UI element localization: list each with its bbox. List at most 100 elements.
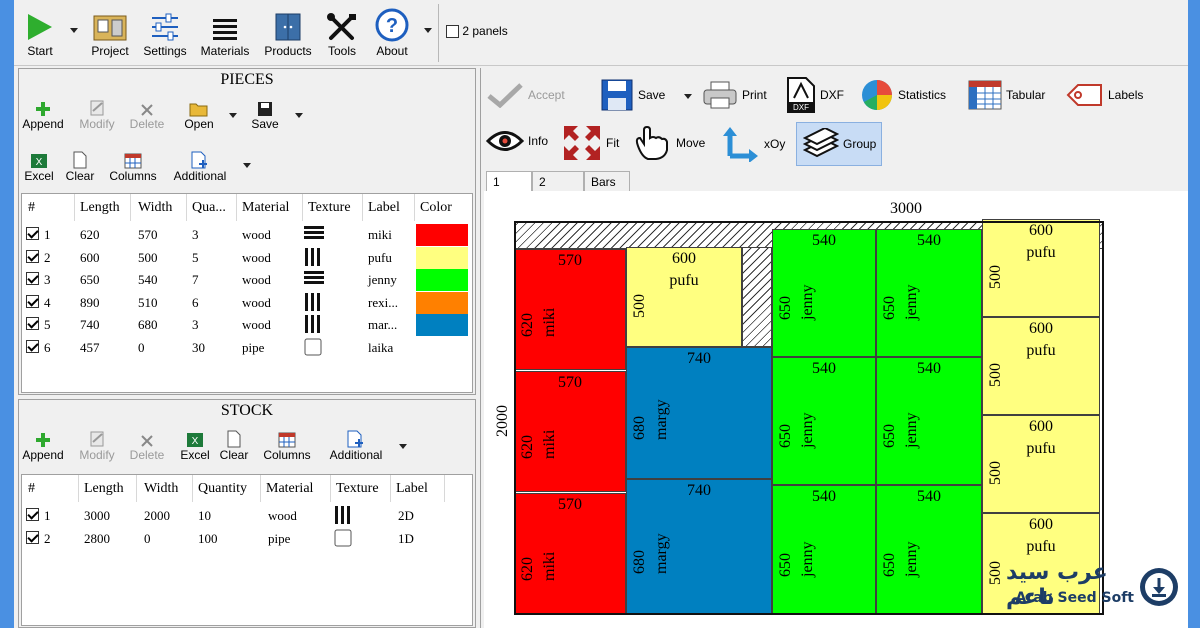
row-checkbox[interactable] bbox=[26, 249, 39, 263]
info-button[interactable]: Info bbox=[486, 128, 548, 154]
fit-button[interactable]: Fit bbox=[562, 124, 619, 162]
pieces-additional-button[interactable]: Additional bbox=[169, 147, 231, 183]
placed-piece[interactable]: 600 pufu 500 bbox=[982, 219, 1100, 317]
placed-piece[interactable]: 600 pufu 500 bbox=[626, 247, 742, 347]
start-button[interactable]: Start bbox=[20, 4, 60, 58]
main-toolbar: Start Project Settings Materials Product… bbox=[14, 0, 1188, 66]
tabular-button[interactable]: Tabular bbox=[968, 80, 1045, 110]
stock-additional-button[interactable]: Additional bbox=[325, 426, 387, 462]
project-button[interactable]: Project bbox=[88, 4, 132, 58]
xoy-button[interactable]: xOy bbox=[720, 126, 785, 162]
tab-2[interactable]: 2 bbox=[532, 171, 584, 191]
additional-dropdown-icon[interactable] bbox=[243, 163, 251, 168]
table-row[interactable]: 2 600 500 5 wood pufu bbox=[22, 246, 472, 269]
placed-piece[interactable]: 740 680 margy bbox=[626, 479, 772, 615]
materials-button[interactable]: Materials bbox=[198, 4, 252, 58]
table-row[interactable]: 1 620 570 3 wood miki bbox=[22, 224, 472, 246]
settings-button[interactable]: Settings bbox=[140, 4, 190, 58]
placed-piece[interactable]: 570 620 miki bbox=[514, 249, 626, 370]
pieces-excel-button[interactable]: X Excel bbox=[21, 147, 57, 183]
placed-piece[interactable]: 540 650 jenny bbox=[876, 357, 982, 485]
row-color-swatch[interactable] bbox=[416, 314, 468, 336]
row-checkbox[interactable] bbox=[26, 339, 39, 353]
start-dropdown-icon[interactable] bbox=[70, 28, 78, 33]
row-color-swatch[interactable] bbox=[416, 224, 468, 246]
add-page-icon bbox=[169, 147, 231, 169]
stock-append-button[interactable]: Append bbox=[21, 426, 65, 462]
row-color-swatch[interactable] bbox=[416, 269, 468, 291]
pieces-append-button[interactable]: Append bbox=[21, 95, 65, 131]
piece-label: pufu bbox=[1026, 342, 1056, 359]
row-length: 620 bbox=[80, 227, 100, 242]
pieces-columns-button[interactable]: Columns bbox=[105, 147, 161, 183]
accept-button[interactable]: Accept bbox=[486, 82, 565, 108]
products-button[interactable]: Products bbox=[260, 4, 316, 58]
placed-piece[interactable]: 570 620 miki bbox=[514, 371, 626, 492]
download-logo-icon bbox=[1140, 568, 1178, 606]
two-panels-toggle[interactable]: 2 panels bbox=[446, 24, 508, 39]
placed-piece[interactable]: 740 680 margy bbox=[626, 347, 772, 479]
row-checkbox[interactable] bbox=[26, 227, 39, 240]
piece-height: 620 bbox=[519, 557, 536, 581]
stock-additional-dropdown-icon[interactable] bbox=[399, 444, 407, 449]
placed-piece[interactable]: 540 650 jenny bbox=[876, 485, 982, 615]
table-row[interactable]: 2 2800 0 100 pipe 1D bbox=[22, 528, 472, 550]
tab-bars[interactable]: Bars bbox=[584, 171, 630, 191]
pieces-save-button[interactable]: Save bbox=[245, 95, 285, 131]
save-dropdown-icon[interactable] bbox=[295, 113, 303, 118]
placed-piece[interactable]: 540 650 jenny bbox=[772, 229, 876, 357]
placed-piece[interactable]: 600 pufu 500 bbox=[982, 415, 1100, 513]
stock-columns-button[interactable]: Columns bbox=[259, 426, 315, 462]
stock-clear-button[interactable]: Clear bbox=[217, 426, 251, 462]
print-button[interactable]: Print bbox=[702, 80, 767, 110]
labels-button[interactable]: Labels bbox=[1066, 80, 1143, 110]
pieces-open-button[interactable]: Open bbox=[179, 95, 219, 131]
placed-piece[interactable]: 600 pufu 500 bbox=[982, 317, 1100, 415]
open-dropdown-icon[interactable] bbox=[229, 113, 237, 118]
piece-width: 540 bbox=[917, 232, 941, 249]
statistics-button[interactable]: Statistics bbox=[860, 78, 946, 112]
result-save-button[interactable]: Save bbox=[600, 78, 665, 112]
two-panels-checkbox[interactable] bbox=[446, 25, 459, 39]
row-color-swatch[interactable] bbox=[416, 246, 468, 269]
table-row[interactable]: 6 457 0 30 pipe laika bbox=[22, 337, 472, 359]
row-checkbox[interactable] bbox=[26, 294, 39, 308]
placed-piece[interactable]: 570 620 miki bbox=[514, 493, 626, 615]
move-button[interactable]: Move bbox=[632, 126, 705, 160]
about-button[interactable]: ? About bbox=[372, 4, 412, 58]
table-row[interactable]: 3 650 540 7 wood jenny bbox=[22, 269, 472, 291]
row-color-swatch[interactable] bbox=[416, 291, 468, 314]
tools-button[interactable]: Tools bbox=[322, 4, 362, 58]
pieces-modify-button[interactable]: Modify bbox=[75, 95, 119, 131]
placed-piece[interactable]: 540 650 jenny bbox=[876, 229, 982, 357]
cabinet-icon bbox=[260, 4, 316, 42]
row-label: laika bbox=[368, 339, 394, 355]
stock-excel-button[interactable]: X Excel bbox=[175, 426, 215, 462]
pieces-delete-button[interactable]: Delete bbox=[125, 95, 169, 131]
tab-1[interactable]: 1 bbox=[486, 171, 532, 191]
blank-page-icon bbox=[217, 426, 251, 448]
row-checkbox[interactable] bbox=[26, 508, 39, 521]
row-number: 1 bbox=[44, 227, 51, 242]
group-button[interactable]: Group bbox=[796, 122, 882, 166]
row-material: wood bbox=[242, 294, 271, 310]
piece-width: 540 bbox=[812, 232, 836, 249]
row-checkbox[interactable] bbox=[26, 272, 39, 285]
stock-modify-button[interactable]: Modify bbox=[75, 426, 119, 462]
table-row[interactable]: 1 3000 2000 10 wood 2D bbox=[22, 505, 472, 527]
row-checkbox[interactable] bbox=[26, 531, 39, 544]
row-checkbox[interactable] bbox=[26, 317, 39, 330]
stock-delete-button[interactable]: Delete bbox=[125, 426, 169, 462]
about-dropdown-icon[interactable] bbox=[424, 28, 432, 33]
table-row[interactable]: 4 890 510 6 wood rexi... bbox=[22, 291, 472, 314]
piece-width: 540 bbox=[812, 360, 836, 377]
pieces-clear-button[interactable]: Clear bbox=[63, 147, 97, 183]
placed-piece[interactable]: 540 650 jenny bbox=[772, 357, 876, 485]
row-number: 2 bbox=[44, 249, 51, 265]
dxf-button[interactable]: DXF DXF bbox=[786, 76, 844, 114]
table-row[interactable]: 5 740 680 3 wood mar... bbox=[22, 314, 472, 336]
piece-height: 650 bbox=[777, 553, 794, 577]
piece-label: miki bbox=[541, 307, 558, 337]
placed-piece[interactable]: 540 650 jenny bbox=[772, 485, 876, 615]
result-save-dropdown-icon[interactable] bbox=[684, 94, 692, 99]
